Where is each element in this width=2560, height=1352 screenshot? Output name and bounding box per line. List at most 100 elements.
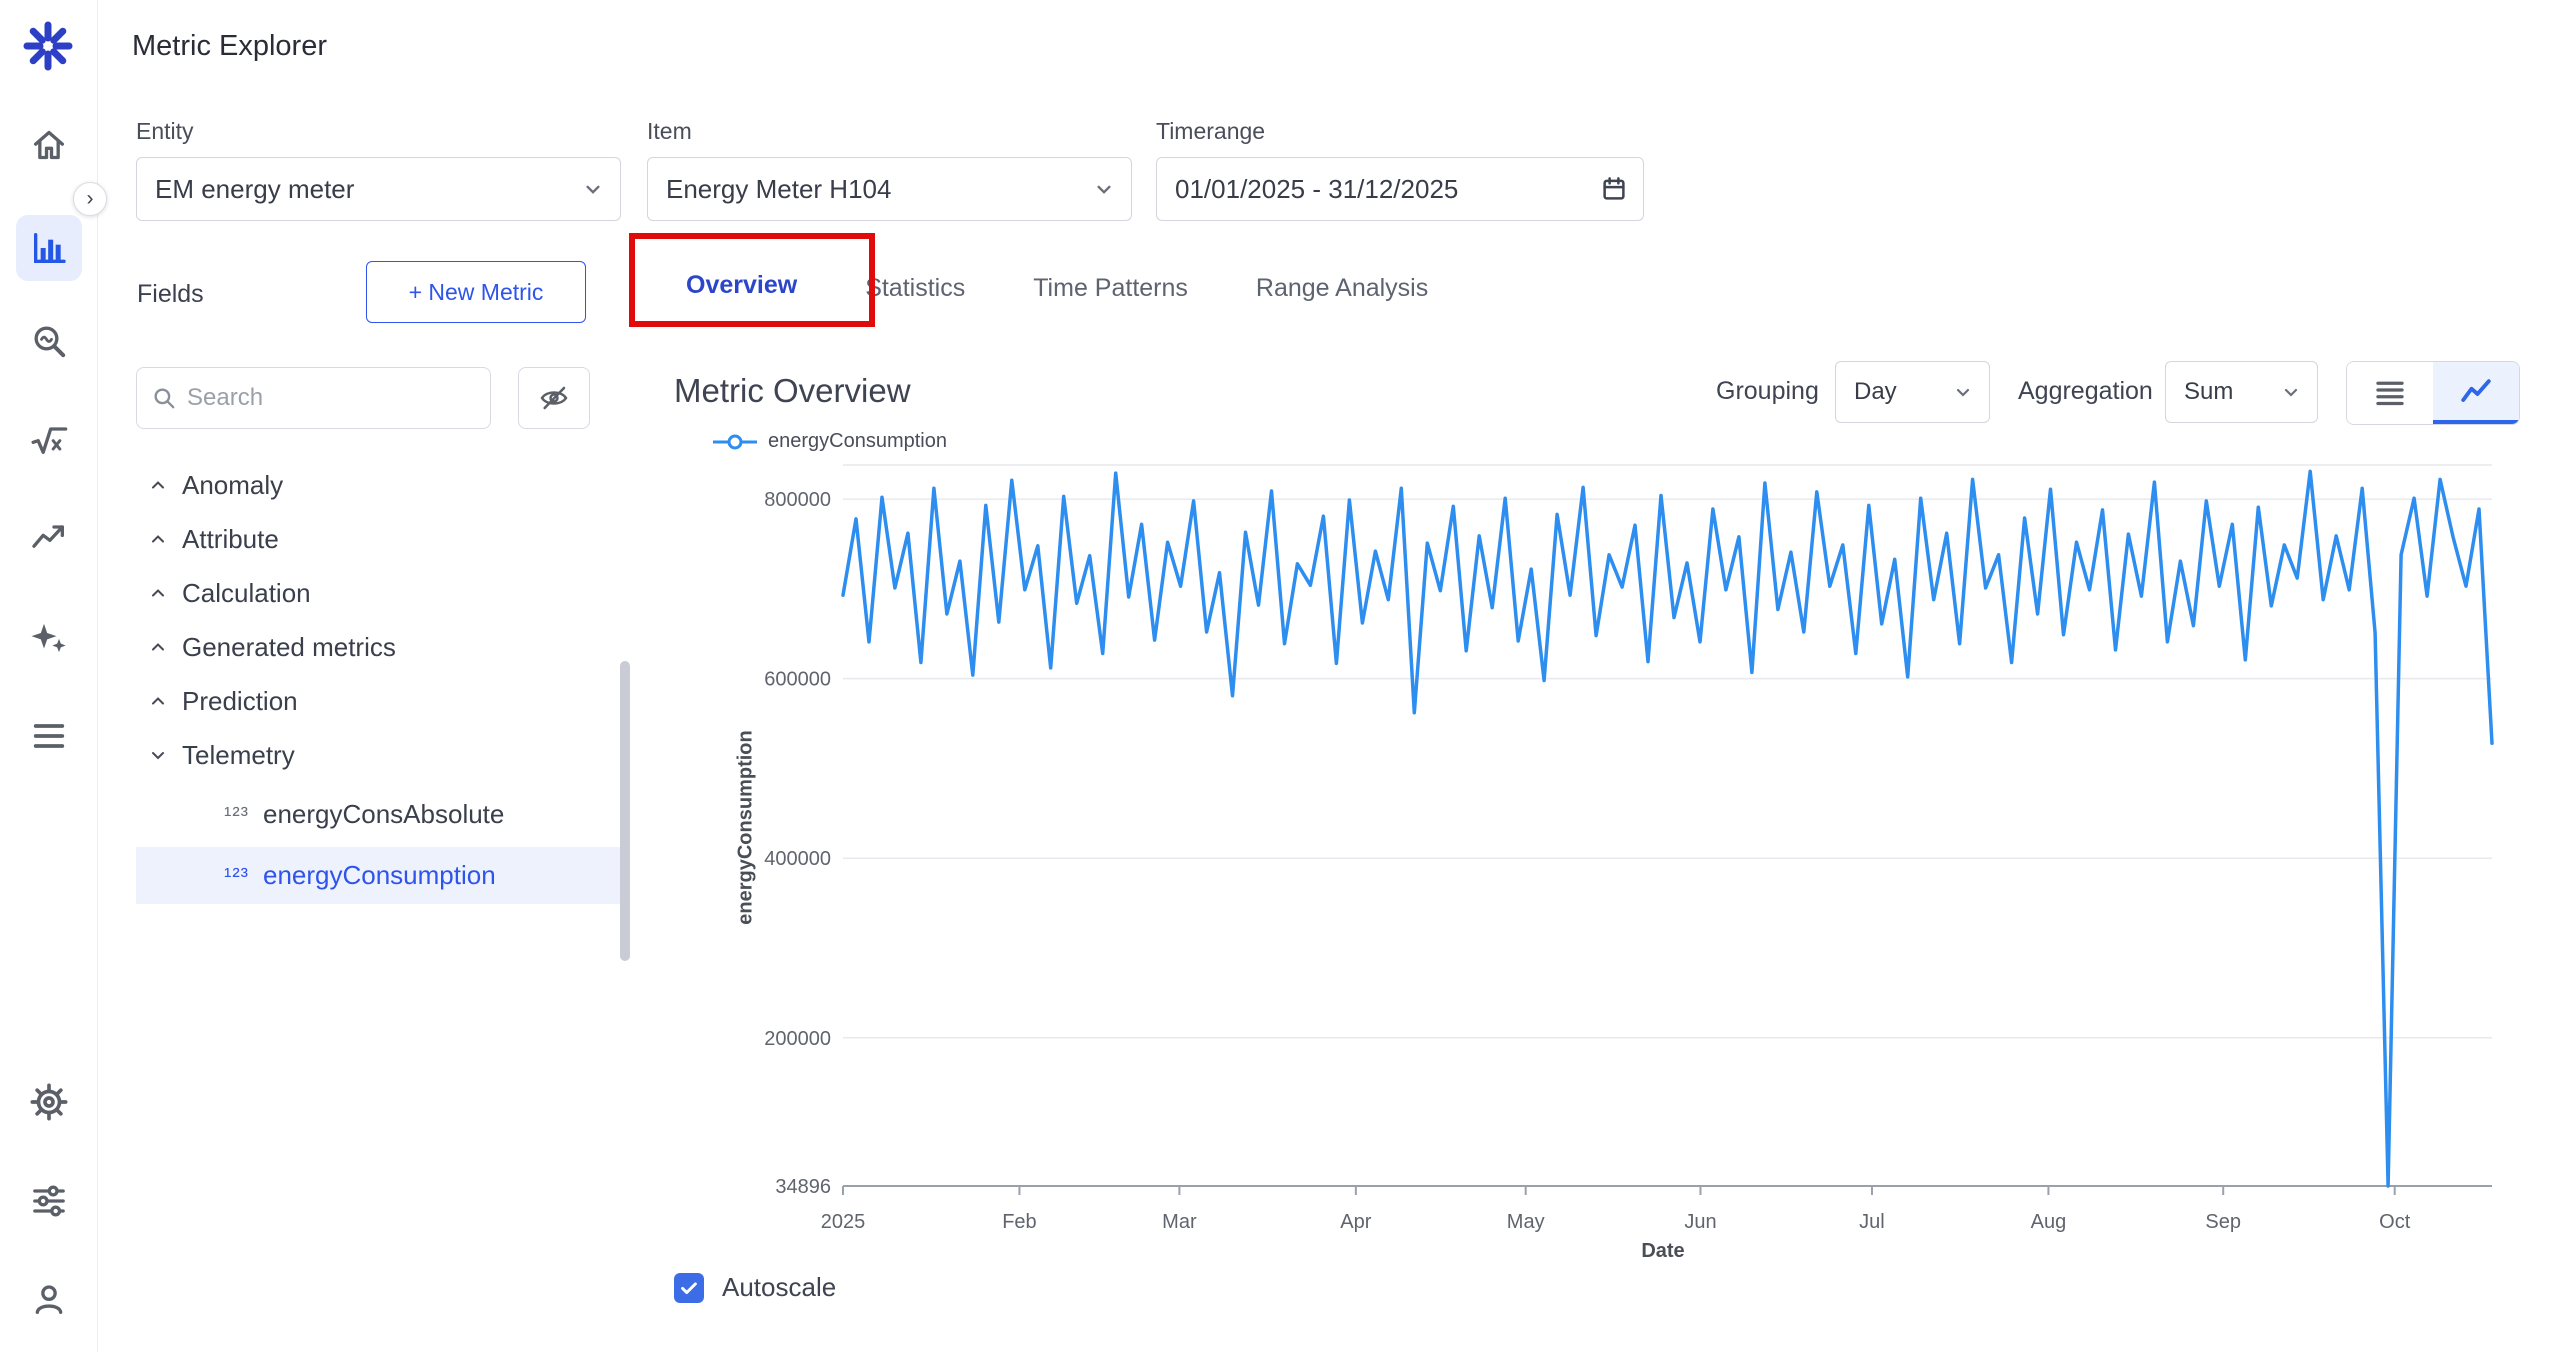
sidebar-expand-button[interactable]: › (73, 182, 107, 216)
search-input[interactable] (187, 384, 476, 412)
legend-marker-icon (712, 433, 758, 451)
calendar-icon[interactable] (1599, 174, 1629, 204)
new-metric-button[interactable]: + New Metric (366, 261, 586, 323)
x-tick-label: Feb (1002, 1211, 1036, 1233)
field-group-anomaly[interactable]: Anomaly (136, 458, 620, 512)
aggregation-select[interactable]: Sum (2165, 361, 2318, 423)
field-group-attribute[interactable]: Attribute (136, 512, 620, 566)
chevron-down-icon (580, 176, 606, 202)
chart-x-axis-title: Date (1563, 1240, 1763, 1263)
x-tick-label: Oct (2379, 1211, 2411, 1233)
grouping-select[interactable]: Day (1835, 361, 1990, 423)
x-tick-label: Jun (1684, 1211, 1716, 1233)
fields-tree: Anomaly Attribute Calculation Generated … (136, 458, 620, 904)
chevron-down-icon (2279, 380, 2303, 404)
y-tick-label: 34896 (775, 1176, 831, 1198)
section-title: Metric Overview (674, 372, 911, 410)
field-group-label: Prediction (182, 686, 298, 717)
field-group-prediction[interactable]: Prediction (136, 674, 620, 728)
number-field-icon: ¹²³ (224, 863, 249, 889)
page-title: Metric Explorer (132, 30, 327, 63)
menu-icon[interactable] (29, 716, 69, 756)
timerange-label: Timerange (1156, 118, 1265, 145)
square-root-icon[interactable] (29, 419, 69, 459)
chart-legend[interactable]: energyConsumption (712, 430, 947, 453)
home-icon[interactable] (29, 125, 69, 165)
x-tick-label: Apr (1340, 1211, 1371, 1233)
field-group-label: Telemetry (182, 740, 295, 771)
chart-line (843, 471, 2492, 1186)
entity-select[interactable]: EM energy meter (136, 157, 621, 221)
y-tick-label: 800000 (764, 489, 831, 511)
aggregation-label: Aggregation (2018, 377, 2153, 406)
profile-icon[interactable] (29, 1279, 69, 1319)
grouping-select-value: Day (1854, 378, 1897, 406)
grouping-label: Grouping (1716, 377, 1819, 406)
y-tick-label: 400000 (764, 848, 831, 870)
chevron-up-icon (146, 473, 170, 497)
chevron-down-icon (1091, 176, 1117, 202)
tab-range-analysis[interactable]: Range Analysis (1222, 250, 1462, 326)
hide-fields-button[interactable] (518, 367, 590, 429)
chevron-up-icon (146, 689, 170, 713)
y-tick-label: 200000 (764, 1028, 831, 1050)
autoscale-control: Autoscale (674, 1272, 836, 1303)
autoscale-label: Autoscale (722, 1272, 836, 1303)
x-tick-label: May (1507, 1211, 1545, 1233)
tab-time-patterns[interactable]: Time Patterns (999, 250, 1222, 326)
field-item-label: energyConsumption (263, 860, 496, 891)
eye-slash-icon (538, 382, 570, 414)
sparkles-icon[interactable] (29, 618, 69, 658)
aggregation-select-value: Sum (2184, 378, 2233, 406)
app-logo-icon (22, 20, 74, 72)
field-item-label: energyConsAbsolute (263, 799, 504, 830)
field-group-label: Attribute (182, 524, 279, 555)
chevron-down-icon (1951, 380, 1975, 404)
chevron-up-icon (146, 581, 170, 605)
metric-line-chart[interactable]: 800000600000400000200000348962025FebMarA… (660, 455, 2510, 1265)
trend-up-icon[interactable] (29, 517, 69, 557)
gear-icon[interactable] (29, 1082, 69, 1122)
autoscale-checkbox[interactable] (674, 1273, 704, 1303)
chevron-down-icon (146, 743, 170, 767)
x-tick-label: Mar (1162, 1211, 1197, 1233)
field-group-label: Calculation (182, 578, 311, 609)
x-tick-label: Sep (2205, 1211, 2241, 1233)
sliders-icon[interactable] (29, 1181, 69, 1221)
item-select-value: Energy Meter H104 (666, 174, 891, 205)
search-analytics-icon[interactable] (29, 321, 69, 361)
check-icon (678, 1277, 700, 1299)
chart-y-axis-title: energyConsumption (735, 678, 758, 978)
bar-chart-icon[interactable] (29, 228, 69, 268)
x-tick-label: Jul (1859, 1211, 1885, 1233)
table-rows-icon (2372, 375, 2408, 411)
field-group-label: Generated metrics (182, 632, 396, 663)
timerange-input[interactable]: 01/01/2025 - 31/12/2025 (1156, 157, 1644, 221)
item-label: Item (647, 118, 692, 145)
tab-statistics[interactable]: Statistics (831, 250, 999, 326)
legend-label: energyConsumption (768, 430, 947, 453)
x-tick-label: Aug (2031, 1211, 2067, 1233)
field-group-telemetry[interactable]: Telemetry (136, 728, 620, 782)
chart-view-button[interactable] (2433, 362, 2519, 424)
tab-overview[interactable]: Overview (652, 250, 831, 326)
field-group-calculation[interactable]: Calculation (136, 566, 620, 620)
timerange-value: 01/01/2025 - 31/12/2025 (1175, 174, 1458, 205)
table-view-button[interactable] (2347, 362, 2433, 424)
entity-label: Entity (136, 118, 194, 145)
number-field-icon: ¹²³ (224, 802, 249, 828)
view-toggle (2346, 361, 2520, 425)
search-icon (151, 385, 177, 411)
x-tick-label: 2025 (821, 1211, 866, 1233)
field-item-energyconsabsolute[interactable]: ¹²³ energyConsAbsolute (136, 786, 620, 843)
field-item-energyconsumption[interactable]: ¹²³ energyConsumption (136, 847, 620, 904)
field-group-generated-metrics[interactable]: Generated metrics (136, 620, 620, 674)
chevron-up-icon (146, 635, 170, 659)
item-select[interactable]: Energy Meter H104 (647, 157, 1132, 221)
entity-select-value: EM energy meter (155, 174, 354, 205)
field-group-label: Anomaly (182, 470, 283, 501)
fields-panel-title: Fields (137, 280, 204, 309)
line-chart-icon (2458, 373, 2494, 409)
fields-search-box (136, 367, 491, 429)
fields-scrollbar[interactable] (620, 661, 630, 961)
